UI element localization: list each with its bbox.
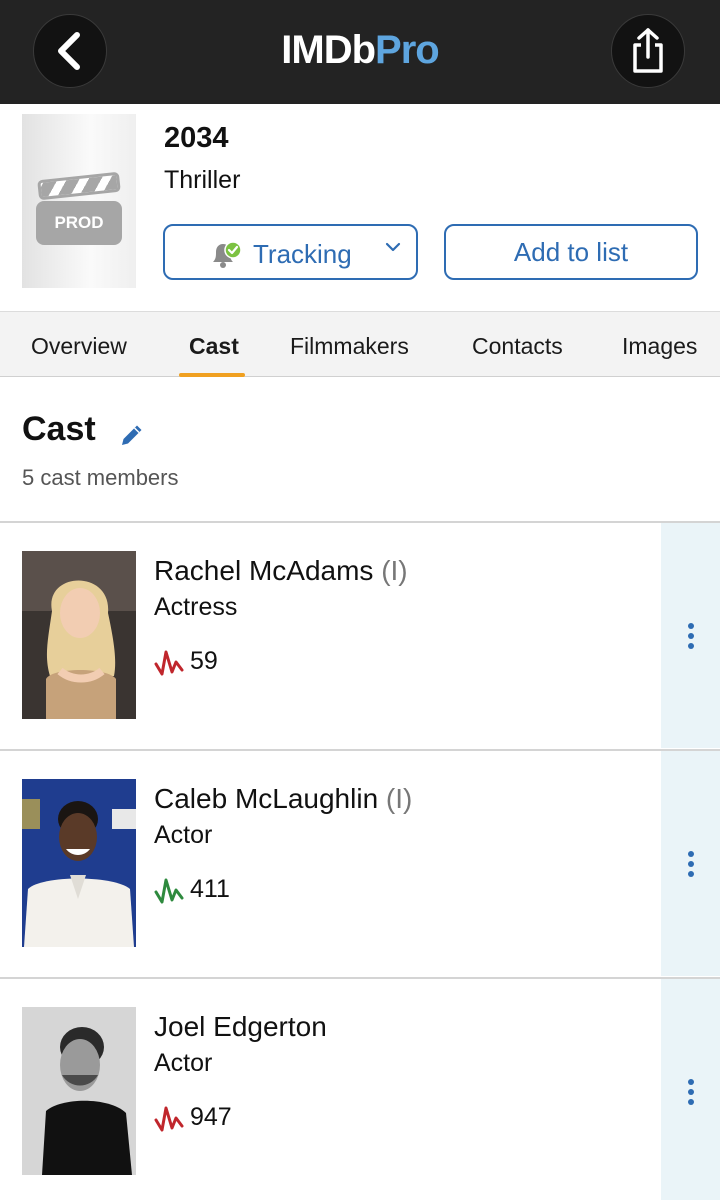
- title-genre: Thriller: [164, 166, 241, 194]
- starmeter-down-icon: [154, 1106, 184, 1132]
- tab-images[interactable]: Images: [622, 333, 697, 360]
- tracking-button[interactable]: Tracking: [163, 224, 418, 280]
- starmeter-up-icon: [154, 878, 184, 904]
- bell-check-icon: [213, 241, 242, 268]
- cast-photo: [22, 779, 136, 947]
- cast-row[interactable]: Rachel McAdams (I) Actress 59: [0, 521, 720, 748]
- starmeter-value: 947: [190, 1103, 232, 1131]
- cast-row[interactable]: Caleb McLaughlin (I) Actor 411: [0, 749, 720, 976]
- row-more-button[interactable]: [661, 751, 720, 976]
- tab-contacts[interactable]: Contacts: [472, 333, 563, 360]
- add-to-list-button[interactable]: Add to list: [444, 224, 698, 280]
- cast-photo: [22, 1007, 136, 1175]
- more-vertical-icon: [687, 1078, 694, 1105]
- top-bar: IMDbPro: [0, 0, 720, 104]
- cast-role: Actress: [154, 593, 238, 621]
- active-tab-indicator: [179, 373, 245, 377]
- poster-placeholder: PROD: [22, 114, 136, 288]
- cast-name[interactable]: Joel Edgerton: [154, 1011, 327, 1043]
- cast-name[interactable]: Caleb McLaughlin (I): [154, 783, 412, 815]
- tab-overview[interactable]: Overview: [31, 333, 127, 360]
- row-more-button[interactable]: [661, 523, 720, 748]
- cast-name[interactable]: Rachel McAdams (I): [154, 555, 408, 587]
- tab-filmmakers[interactable]: Filmmakers: [290, 333, 409, 360]
- title-year: 2034: [164, 122, 229, 154]
- clapperboard-icon: PROD: [36, 171, 122, 246]
- pencil-edit-icon[interactable]: [118, 421, 146, 449]
- cast-heading: Cast: [22, 410, 96, 448]
- share-button[interactable]: [611, 14, 685, 88]
- cast-photo: [22, 551, 136, 719]
- poster-badge: PROD: [36, 201, 122, 245]
- tab-cast[interactable]: Cast: [189, 333, 239, 360]
- tab-bar: Overview Cast Filmmakers Contacts Images: [0, 311, 720, 377]
- cast-row[interactable]: Joel Edgerton Actor 947: [0, 977, 720, 1200]
- cast-count: 5 cast members: [22, 465, 179, 490]
- cast-role: Actor: [154, 821, 213, 849]
- share-icon: [633, 28, 663, 73]
- cast-role: Actor: [154, 1049, 213, 1077]
- starmeter-value: 59: [190, 647, 218, 675]
- more-vertical-icon: [687, 622, 694, 649]
- more-vertical-icon: [687, 850, 694, 877]
- starmeter-value: 411: [190, 875, 230, 903]
- starmeter-down-icon: [154, 650, 184, 676]
- tracking-label: Tracking: [253, 239, 352, 269]
- row-more-button[interactable]: [661, 979, 720, 1200]
- chevron-down-icon: [385, 242, 401, 252]
